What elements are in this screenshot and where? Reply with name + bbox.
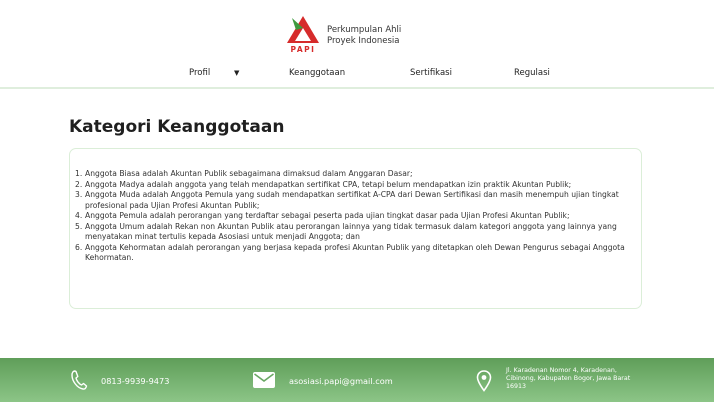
nav-item-profil[interactable]: Profil [189, 68, 210, 78]
papi-logo[interactable]: PAPI [284, 14, 322, 54]
caret-down-icon[interactable]: ▼ [234, 69, 239, 77]
categories-list: 1. Anggota Biasa adalah Akuntan Publik se… [75, 169, 637, 264]
brand-name: Perkumpulan Ahli Proyek Indonesia [327, 25, 401, 47]
footer-address: Jl. Karadenan Nomor 4, Karadenan, Cibino… [506, 367, 631, 390]
site-header: PAPI Perkumpulan Ahli Proyek Indonesia P… [0, 0, 714, 89]
list-item-text: Anggota Pemula adalah perorangan yang te… [85, 211, 570, 220]
brand-name-line2: Proyek Indonesia [327, 36, 400, 46]
footer-phone[interactable]: 0813-9939-9473 [101, 376, 169, 386]
list-item-text: Anggota Umum adalah Rekan non Akuntan Pu… [85, 221, 617, 242]
phone-icon [71, 370, 88, 390]
list-item: 3. Anggota Muda adalah Anggota Pemula yan… [75, 190, 637, 211]
location-pin-icon [476, 370, 492, 392]
header-divider [0, 87, 714, 89]
list-item-text: Anggota Madya adalah anggota yang telah … [85, 179, 572, 189]
list-item: 6. Anggota Kehormatan adalah perorangan y… [75, 243, 637, 264]
list-item-text: Anggota Muda adalah Anggota Pemula yang … [85, 190, 619, 210]
list-item-number: 5. [75, 221, 83, 231]
list-item-text: Anggota Biasa adalah Akuntan Publik seba… [85, 169, 413, 178]
nav-item-regulasi[interactable]: Regulasi [514, 68, 550, 78]
list-item-number: 2. [75, 179, 83, 189]
list-item: 5. Anggota Umum adalah Rekan non Akuntan … [75, 222, 637, 243]
list-item: 2. Anggota Madya adalah anggota yang tela… [75, 180, 637, 191]
page-title: Kategori Keanggotaan [69, 117, 285, 137]
categories-card: 1. Anggota Biasa adalah Akuntan Publik se… [69, 148, 642, 309]
brand-name-line1: Perkumpulan Ahli [327, 25, 402, 35]
list-item-number: 6. [75, 242, 83, 252]
site-footer: 0813-9939-9473 asosiasi.papi@gmail.com J… [0, 358, 714, 402]
logo-text: PAPI [291, 45, 316, 54]
list-item-number: 4. [75, 211, 83, 220]
list-item-text: Anggota Kehormatan adalah perorangan yan… [85, 242, 625, 263]
list-item-number: 3. [75, 190, 83, 199]
list-item: 4. Anggota Pemula adalah perorangan yang … [75, 211, 637, 222]
main-nav: Profil ▼ Keanggotaan Sertifikasi Regulas… [0, 66, 714, 82]
list-item-number: 1. [75, 169, 83, 178]
list-item: 1. Anggota Biasa adalah Akuntan Publik se… [75, 169, 637, 180]
mail-icon [253, 372, 275, 388]
nav-item-keanggotaan[interactable]: Keanggotaan [289, 68, 345, 78]
footer-email[interactable]: asosiasi.papi@gmail.com [289, 376, 393, 386]
nav-item-sertifikasi[interactable]: Sertifikasi [410, 68, 452, 78]
